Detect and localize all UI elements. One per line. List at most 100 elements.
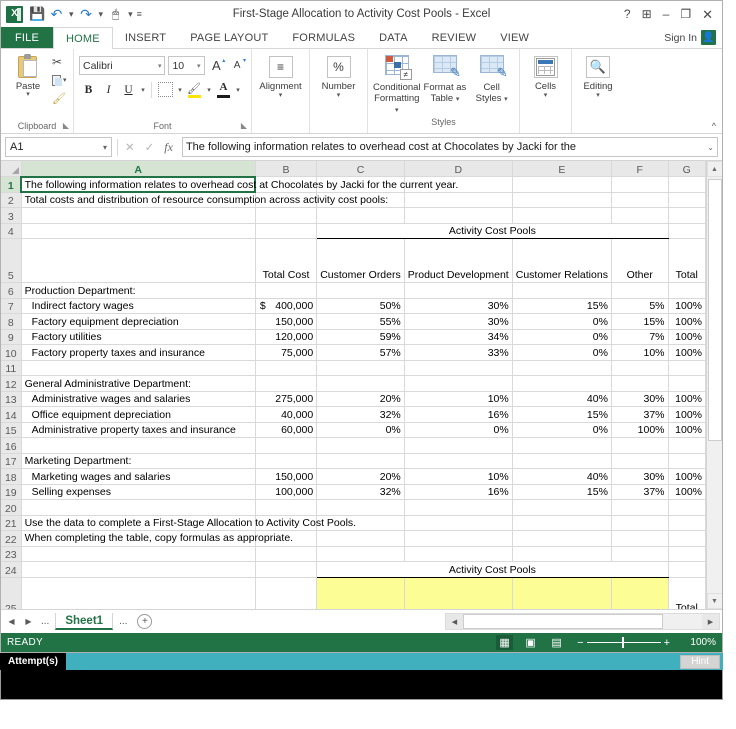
name-box[interactable]: A1 ▾ [5, 137, 112, 157]
zoom-level-label[interactable]: 100% [688, 637, 716, 648]
cell-A13[interactable]: Administrative wages and salaries [21, 391, 256, 407]
cell-B20[interactable] [255, 499, 318, 516]
font-color-icon[interactable]: A [216, 81, 231, 98]
alignment-button[interactable]: ≡ Alignment ▾ [257, 52, 304, 99]
cell-D11[interactable] [404, 360, 513, 376]
cell-C13[interactable]: 20% [316, 391, 405, 407]
sheet-tabs-right-overflow[interactable]: ... [115, 616, 131, 627]
page-layout-view-icon[interactable]: ▣ [522, 635, 539, 650]
cell-E2[interactable] [512, 192, 612, 208]
ribbon-display-options-icon[interactable]: ⊞ [642, 8, 652, 20]
cell-F18[interactable]: 30% [611, 468, 669, 485]
cell-F13[interactable]: 30% [611, 391, 669, 407]
cell-D2[interactable] [404, 192, 513, 208]
editing-dropdown-icon[interactable]: ▾ [596, 92, 600, 99]
cell-C19[interactable]: 32% [316, 484, 405, 500]
cell-D14[interactable]: 16% [404, 406, 513, 423]
cell-C17[interactable] [316, 453, 405, 469]
cell-B4[interactable] [255, 223, 318, 239]
row-header-9[interactable]: 9 [1, 329, 22, 345]
cell-B9[interactable]: 120,000 [255, 329, 318, 345]
cell-E14[interactable]: 15% [512, 406, 612, 423]
row-header-2[interactable]: 2 [1, 192, 22, 208]
new-sheet-icon[interactable]: + [137, 614, 153, 629]
touch-dropdown-icon[interactable]: ▾ [126, 9, 135, 20]
cells-button[interactable]: Cells ▾ [525, 52, 566, 99]
cell-A12[interactable]: General Administrative Department: [21, 375, 256, 392]
cell-C18[interactable]: 20% [316, 468, 405, 485]
cell-G3[interactable] [668, 207, 707, 224]
clipboard-dialog-launcher-icon[interactable]: ◣ [63, 119, 69, 132]
cell-D6[interactable] [404, 282, 513, 299]
row-header-18[interactable]: 18 [1, 468, 22, 485]
cell-B10[interactable]: 75,000 [255, 344, 318, 361]
cell-A25[interactable] [21, 577, 256, 609]
cell-E11[interactable] [512, 360, 612, 376]
cell-B11[interactable] [255, 360, 318, 376]
cell-F8[interactable]: 15% [611, 313, 669, 330]
horizontal-scroll-thumb[interactable] [463, 614, 663, 629]
row-header-10[interactable]: 10 [1, 344, 22, 361]
cell-B23[interactable] [255, 546, 318, 562]
cell-B8[interactable]: 150,000 [255, 313, 318, 330]
underline-button[interactable]: U [119, 80, 138, 99]
cell-F5[interactable]: Other [611, 238, 669, 283]
cell-G9[interactable]: 100% [668, 329, 707, 345]
cell-A19[interactable]: Selling expenses [21, 484, 256, 500]
cell-E7[interactable]: 15% [512, 298, 612, 314]
cell-A3[interactable] [21, 207, 256, 224]
cell-G19[interactable]: 100% [668, 484, 707, 500]
normal-view-icon[interactable]: ▦ [496, 635, 514, 650]
first-sheet-icon[interactable]: ◀ [3, 613, 20, 631]
cell-E18[interactable]: 40% [512, 468, 612, 485]
cell-A5[interactable] [21, 238, 256, 283]
cell-G11[interactable] [668, 360, 707, 376]
cell-E19[interactable]: 15% [512, 484, 612, 500]
column-header-a[interactable]: A [21, 161, 256, 178]
cell-E10[interactable]: 0% [512, 344, 612, 361]
row-header-4[interactable]: 4 [1, 223, 22, 239]
next-sheet-icon[interactable]: ▶ [20, 613, 37, 631]
cell-E20[interactable] [512, 499, 612, 516]
cell-F19[interactable]: 37% [611, 484, 669, 500]
cell-G25[interactable]: Total [668, 577, 707, 609]
touch-mode-icon[interactable]: 🖱 [107, 6, 124, 23]
cell-B25[interactable] [255, 577, 318, 609]
cell-B14[interactable]: 40,000 [255, 406, 318, 423]
column-header-e[interactable]: E [512, 161, 612, 177]
editing-button[interactable]: Editing ▾ [577, 52, 619, 99]
cell-B18[interactable]: 150,000 [255, 468, 318, 485]
cell-G18[interactable]: 100% [668, 468, 707, 485]
cell-A14[interactable]: Office equipment depreciation [21, 406, 256, 423]
cell-B13[interactable]: 275,000 [255, 391, 318, 407]
cell-C14[interactable]: 32% [316, 406, 405, 423]
cell-C22[interactable] [316, 530, 405, 547]
row-header-5[interactable]: 5 [1, 238, 22, 283]
font-dialog-launcher-icon[interactable]: ◣ [241, 119, 247, 132]
tab-formulas[interactable]: FORMULAS [280, 27, 367, 48]
help-icon[interactable]: ? [624, 8, 631, 20]
cell-D12[interactable] [404, 375, 513, 392]
cell-F14[interactable]: 37% [611, 406, 669, 423]
enter-formula-icon[interactable]: ✓ [145, 140, 155, 154]
cell-A21[interactable]: Use the data to complete a First-Stage A… [21, 515, 356, 531]
scroll-down-icon[interactable]: ▼ [706, 593, 722, 609]
cell-C5[interactable]: Customer Orders [316, 238, 405, 283]
cancel-formula-icon[interactable]: ✕ [125, 140, 135, 154]
cell-D7[interactable]: 30% [404, 298, 513, 314]
cell-E13[interactable]: 40% [512, 391, 612, 407]
tab-data[interactable]: DATA [367, 27, 420, 48]
cell-A7[interactable]: Indirect factory wages [21, 298, 256, 314]
undo-dropdown-icon[interactable]: ▾ [67, 9, 76, 20]
cell-D22[interactable] [404, 530, 513, 547]
zoom-slider[interactable]: − + [574, 637, 673, 649]
conditional-formatting-button[interactable]: ≠ Conditional Formatting ▾ [373, 54, 421, 116]
collapse-ribbon-icon[interactable]: ^ [712, 121, 716, 131]
cell-D16[interactable] [404, 437, 513, 454]
cell-D10[interactable]: 33% [404, 344, 513, 361]
cell-D9[interactable]: 34% [404, 329, 513, 345]
font-size-combo[interactable]: 10 ▾ [168, 56, 205, 75]
page-break-preview-icon[interactable]: ▤ [548, 635, 565, 650]
row-header-22[interactable]: 22 [1, 530, 22, 547]
cell-F12[interactable] [611, 375, 669, 392]
